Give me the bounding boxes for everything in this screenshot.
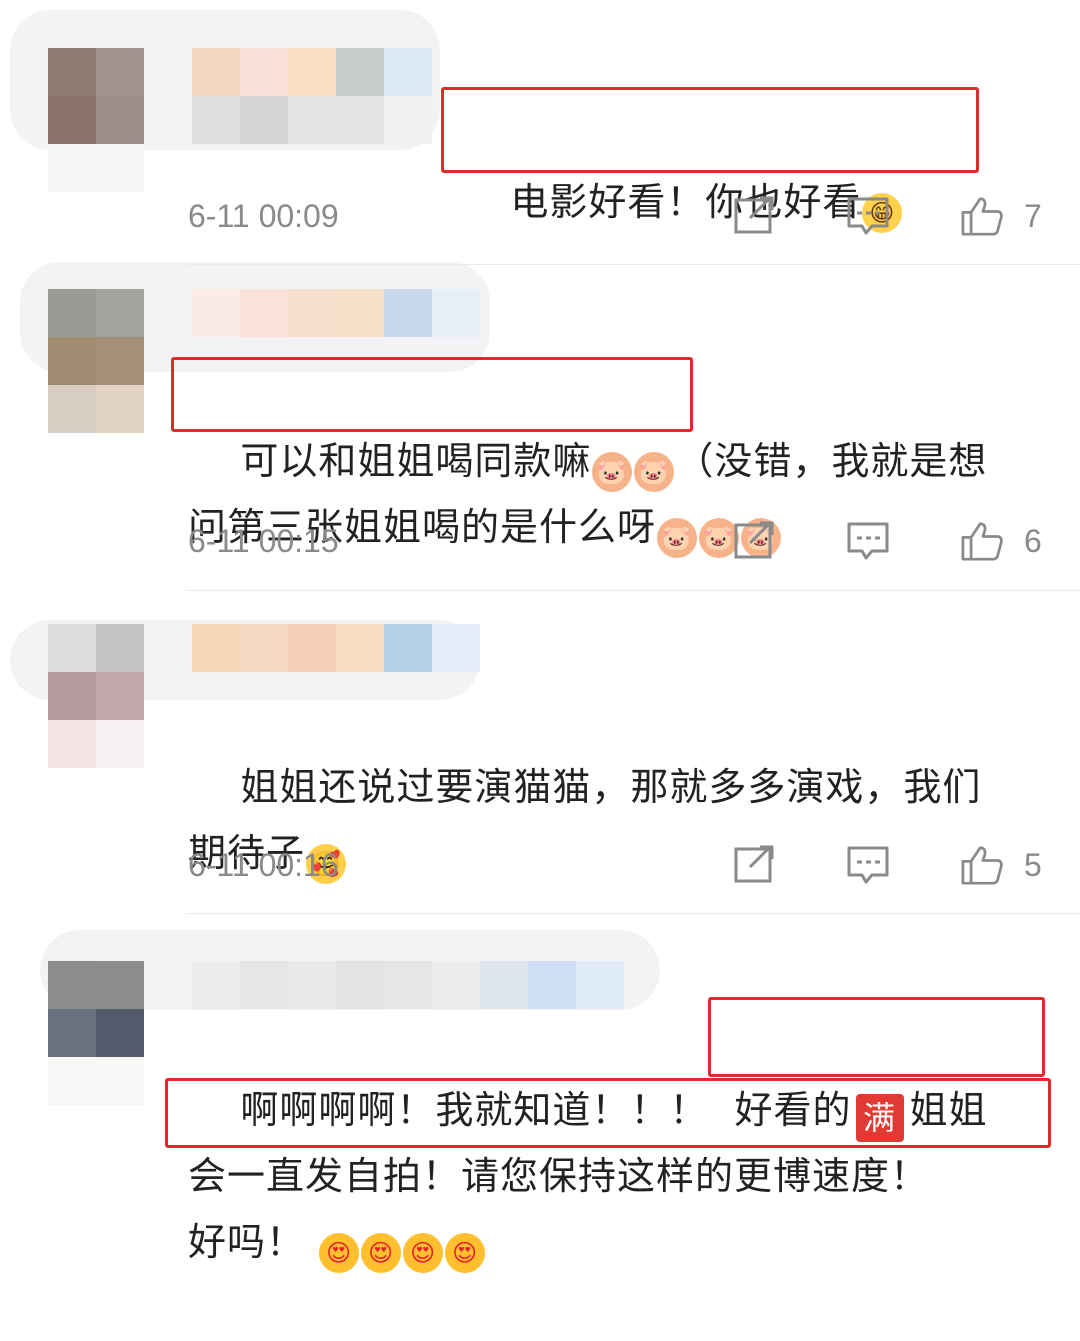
repost-icon[interactable] (734, 845, 778, 885)
comment-meta: 6-11 00:16 5 (188, 841, 1044, 889)
comment-body: 姐姐还说过要演猫猫，那就多多演戏，我们 (240, 765, 982, 809)
comment-meta: 6-11 00:09 7 (188, 192, 1044, 240)
comment-body: 啊啊啊啊！我就知道！！！ (240, 1088, 709, 1132)
comment-item: 啊啊啊啊！我就知道！！！ 好看的满姐姐会一直发自拍！请您保持这样的更博速度！ 好吗… (0, 913, 1080, 1273)
timestamp: 6-11 00:16 (188, 847, 339, 883)
comment-item: 可以和姐姐喝同款嘛 🐷 🐷 （没错，我就是想 问第三张姐姐喝的是什么呀 🐷 🐷 🐷 6-11 … (0, 265, 1080, 591)
avatar[interactable] (48, 289, 144, 433)
comment-text: 啊啊啊啊！我就知道！！！ 好看的满姐姐会一直发自拍！请您保持这样的更博速度！ 好吗… (188, 1011, 1044, 1341)
reply-icon[interactable] (846, 521, 890, 561)
heart-eyes-emoji: 😍 (361, 1233, 402, 1273)
avatar[interactable] (48, 48, 144, 192)
man-badge-icon: 满 (855, 1094, 904, 1142)
pig-emoji: 🐷 (592, 452, 633, 492)
like-count: 7 (1024, 198, 1042, 234)
like-count: 5 (1024, 847, 1042, 883)
repost-icon[interactable] (734, 196, 778, 236)
comment-body: （没错，我就是想 (675, 439, 988, 483)
heart-eyes-emoji: 😍 (319, 1233, 360, 1273)
comment-body: 姐姐 (909, 1088, 988, 1132)
comment-item: 姐姐还说过要演猫猫，那就多多演戏，我们 期待子 🥰 6-11 00:16 5 (0, 590, 1080, 914)
heart-eyes-emoji: 😍 (445, 1233, 486, 1273)
comment-body: 好看的 (734, 1088, 852, 1132)
comment-body: 好吗！ (188, 1220, 306, 1264)
reply-icon[interactable] (846, 845, 890, 885)
username-mosaic[interactable] (192, 48, 432, 144)
avatar[interactable] (48, 624, 144, 768)
timestamp: 6-11 00:15 (188, 523, 339, 559)
like-count: 6 (1024, 523, 1042, 559)
repost-icon[interactable] (734, 521, 778, 561)
thumbs-up-icon[interactable] (958, 845, 1006, 885)
thumbs-up-icon[interactable] (958, 196, 1006, 236)
avatar[interactable] (48, 961, 144, 1105)
reply-icon[interactable] (846, 196, 890, 236)
pig-emoji: 🐷 (634, 452, 675, 492)
comment-meta: 6-11 00:15 6 (188, 517, 1044, 565)
heart-eyes-emoji: 😍 (403, 1233, 444, 1273)
timestamp: 6-11 00:09 (188, 198, 339, 234)
comment-body: 可以和姐姐喝同款嘛 (240, 439, 592, 483)
comment-item: 电影好看！你也好看 😁 6-11 00:09 7 (0, 0, 1080, 265)
thumbs-up-icon[interactable] (958, 521, 1006, 561)
comment-text: 可以和姐姐喝同款嘛 🐷 🐷 （没错，我就是想 问第三张姐姐喝的是什么呀 🐷 🐷 🐷 (188, 362, 1044, 626)
comment-body: 会一直发自拍！请您保持这样的更博速度！ (188, 1154, 930, 1198)
